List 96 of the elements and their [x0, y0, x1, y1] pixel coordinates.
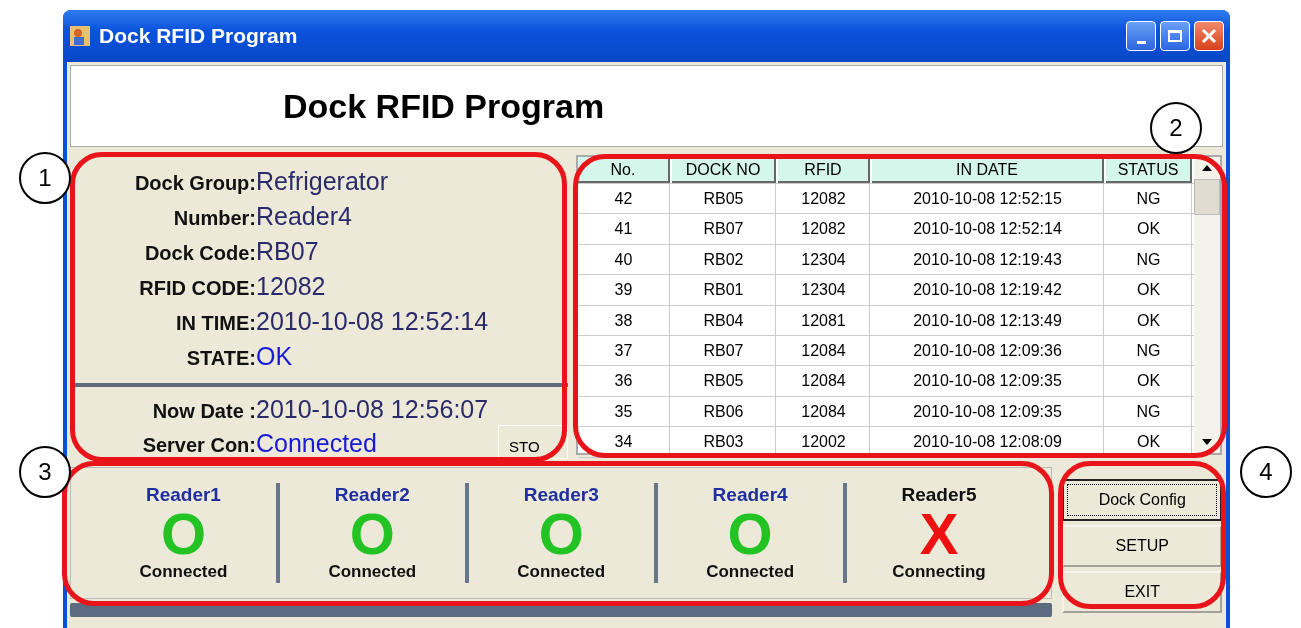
table-cell: RB06: [672, 396, 776, 427]
table-cell: 2010-10-08 12:09:36: [872, 335, 1104, 366]
field-value: 2010-10-08 12:56:07: [256, 395, 489, 424]
table-cell: 12082: [778, 184, 870, 214]
table-cell: RB04: [672, 305, 776, 335]
reader-status-mark: O: [349, 506, 395, 562]
callout-number: 1: [19, 152, 71, 204]
table-cell: 12304: [778, 244, 870, 275]
table-cell: 38: [578, 305, 670, 335]
table-cell: 36: [578, 366, 670, 396]
table-cell: 12084: [778, 396, 870, 427]
table-cell: 12082: [778, 214, 870, 244]
table-cell: 2010-10-08 12:52:15: [872, 184, 1104, 214]
table-cell: OK: [1106, 214, 1192, 244]
reader-status: Connecting: [892, 562, 986, 582]
app-icon: [69, 25, 91, 47]
scrollbar[interactable]: [1194, 157, 1220, 453]
reader-status: Connected: [517, 562, 606, 582]
reader-name: Reader3: [523, 484, 599, 506]
table-cell: RB07: [672, 335, 776, 366]
reader-name: Reader1: [145, 484, 221, 506]
table-cell: 2010-10-08 12:19:43: [872, 244, 1104, 275]
table-cell: NG: [1106, 184, 1192, 214]
maximize-button[interactable]: [1160, 21, 1190, 51]
field-label: Dock Group:: [133, 172, 256, 195]
scroll-down-icon[interactable]: [1200, 437, 1214, 447]
reader-status: Connected: [328, 562, 417, 582]
table-cell: 2010-10-08 12:08:09: [872, 427, 1104, 457]
reader-name: Reader4: [712, 484, 788, 506]
reader-status: Connected: [139, 562, 228, 582]
header-title: Dock RFID Program: [283, 86, 605, 126]
table-cell: 12002: [778, 427, 870, 457]
table-cell: 41: [578, 214, 670, 244]
table-cell: 34: [578, 427, 670, 457]
column-header[interactable]: RFID: [778, 157, 870, 183]
field-label: Server Con:: [141, 434, 256, 457]
table-cell: NG: [1106, 244, 1192, 275]
table-cell: 37: [578, 335, 670, 366]
reader-name: Reader2: [334, 484, 410, 506]
window-title: Dock RFID Program: [99, 24, 298, 48]
table-cell: 2010-10-08 12:09:35: [872, 366, 1104, 396]
scroll-up-icon[interactable]: [1200, 163, 1214, 173]
table-cell: OK: [1106, 305, 1192, 335]
callout-number: 3: [19, 446, 71, 498]
table-cell: OK: [1106, 366, 1192, 396]
field-value: OK: [256, 342, 293, 371]
table-cell: OK: [1106, 275, 1192, 305]
table-cell: OK: [1106, 427, 1192, 457]
table-cell: 42: [578, 184, 670, 214]
callout-number: 4: [1240, 446, 1292, 498]
table-cell: RB03: [672, 427, 776, 457]
table-cell: 2010-10-08 12:52:14: [872, 214, 1104, 244]
reader-status-mark: O: [160, 506, 206, 562]
table-cell: 2010-10-08 12:19:42: [872, 275, 1104, 305]
field-value: RB07: [256, 237, 319, 266]
field-label: STATE:: [185, 347, 256, 370]
field-label: IN TIME:: [175, 312, 256, 335]
command-button[interactable]: Dock Config: [1062, 479, 1222, 521]
column-header[interactable]: IN DATE: [872, 157, 1104, 183]
table-cell: RB02: [672, 244, 776, 275]
scroll-thumb[interactable]: [1194, 179, 1220, 215]
field-label: Now Date :: [151, 400, 256, 423]
column-header[interactable]: DOCK NO: [672, 157, 776, 183]
table-cell: RB05: [672, 366, 776, 396]
field-label: Dock Code:: [143, 242, 256, 265]
minimize-button[interactable]: [1126, 21, 1156, 51]
reader-name: Reader5: [901, 484, 977, 506]
field-value: 12082: [256, 272, 326, 301]
command-button[interactable]: SETUP: [1062, 525, 1222, 567]
close-button[interactable]: [1194, 21, 1224, 51]
table-cell: NG: [1106, 335, 1192, 366]
close-icon[interactable]: [1200, 27, 1218, 45]
reader-status-mark: O: [538, 506, 584, 562]
field-value: 2010-10-08 12:52:14: [256, 307, 489, 336]
field-value: Connected: [256, 429, 377, 458]
table-cell: 12304: [778, 275, 870, 305]
reader-status: Connected: [706, 562, 795, 582]
table-cell: RB01: [672, 275, 776, 305]
table-cell: 12084: [778, 366, 870, 396]
field-label: RFID CODE:: [138, 277, 256, 300]
table-cell: 40: [578, 244, 670, 275]
table-cell: NG: [1106, 396, 1192, 427]
field-value: Refrigerator: [256, 167, 388, 196]
reader-status-mark: X: [919, 506, 959, 562]
field-value: Reader4: [256, 202, 352, 231]
table-cell: 2010-10-08 12:13:49: [872, 305, 1104, 335]
table-cell: 2010-10-08 12:09:35: [872, 396, 1104, 427]
table-cell: 35: [578, 396, 670, 427]
table-cell: 39: [578, 275, 670, 305]
table-cell: 12081: [778, 305, 870, 335]
reader-status-mark: O: [727, 506, 773, 562]
column-header[interactable]: STATUS: [1106, 157, 1192, 183]
table-cell: 12084: [778, 335, 870, 366]
table-cell: RB05: [672, 184, 776, 214]
table-cell: RB07: [672, 214, 776, 244]
field-label: Number:: [172, 207, 256, 230]
